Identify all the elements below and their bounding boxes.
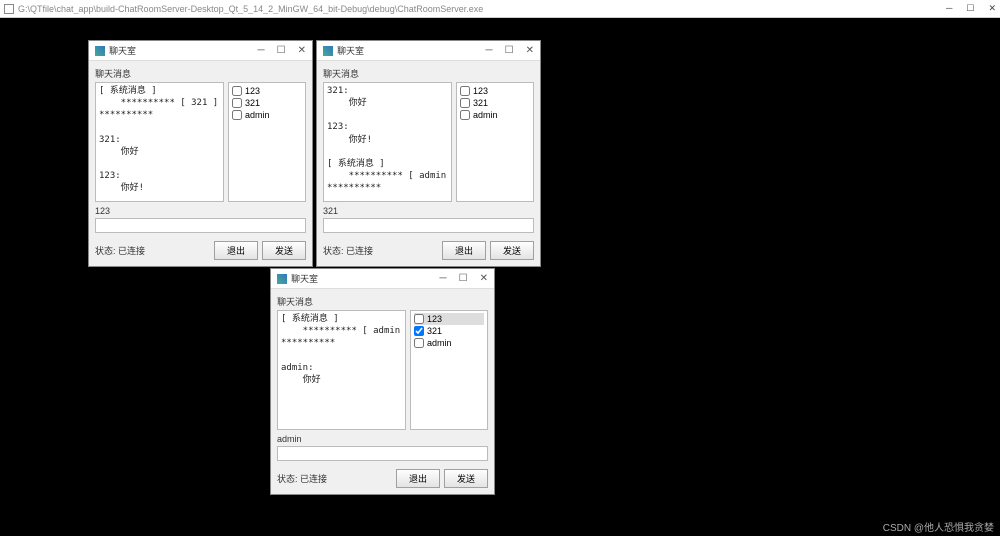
message-input[interactable] (95, 218, 306, 233)
user-checkbox[interactable] (460, 98, 470, 108)
maximize-icon[interactable]: ☐ (505, 45, 514, 56)
window-titlebar[interactable]: 聊天室 ─ ☐ ✕ (271, 269, 494, 289)
app-icon (4, 4, 14, 14)
connection-status: 状态: 已连接 (277, 472, 392, 485)
chat-window-123: 聊天室 ─ ☐ ✕ 聊天消息 [ 系统消息 ] ********** [ 321… (88, 40, 313, 267)
minimize-icon[interactable]: ─ (486, 45, 493, 56)
message-input[interactable] (277, 446, 488, 461)
window-title: 聊天室 (291, 272, 440, 285)
user-list: 123 321 admin (456, 82, 534, 202)
list-item[interactable]: 123 (232, 85, 302, 97)
list-item[interactable]: 321 (232, 97, 302, 109)
chat-window-321: 聊天室 ─ ☐ ✕ 聊天消息 321: 你好 123: 你好! [ 系统消息 ]… (316, 40, 541, 267)
message-input[interactable] (323, 218, 534, 233)
workspace: 聊天室 ─ ☐ ✕ 聊天消息 [ 系统消息 ] ********** [ 321… (0, 18, 1000, 536)
logout-button[interactable]: 退出 (396, 469, 440, 488)
current-user: admin (277, 434, 488, 444)
user-checkbox[interactable] (460, 86, 470, 96)
user-checkbox[interactable] (414, 314, 424, 324)
app-title: G:\QTfile\chat_app\build-ChatRoomServer-… (18, 4, 946, 14)
window-icon (277, 274, 287, 284)
user-checkbox[interactable] (232, 98, 242, 108)
send-button[interactable]: 发送 (490, 241, 534, 260)
list-item[interactable]: admin (232, 109, 302, 121)
send-button[interactable]: 发送 (444, 469, 488, 488)
minimize-icon[interactable]: ─ (258, 45, 265, 56)
close-icon[interactable]: ✕ (988, 3, 996, 14)
window-titlebar[interactable]: 聊天室 ─ ☐ ✕ (89, 41, 312, 61)
connection-status: 状态: 已连接 (323, 244, 438, 257)
maximize-icon[interactable]: ☐ (277, 45, 286, 56)
list-item[interactable]: admin (414, 337, 484, 349)
current-user: 321 (323, 206, 534, 216)
chat-window-admin: 聊天室 ─ ☐ ✕ 聊天消息 [ 系统消息 ] ********** [ adm… (270, 268, 495, 495)
user-checkbox[interactable] (414, 338, 424, 348)
close-icon[interactable]: ✕ (298, 45, 306, 56)
window-icon (323, 46, 333, 56)
user-checkbox[interactable] (414, 326, 424, 336)
watermark: CSDN @他人恐惧我贪婪 (883, 519, 994, 534)
maximize-icon[interactable]: ☐ (459, 273, 468, 284)
user-checkbox[interactable] (232, 110, 242, 120)
connection-status: 状态: 已连接 (95, 244, 210, 257)
message-log: 321: 你好 123: 你好! [ 系统消息 ] ********** [ a… (323, 82, 452, 202)
user-list: 123 321 admin (410, 310, 488, 430)
close-icon[interactable]: ✕ (480, 273, 488, 284)
user-checkbox[interactable] (460, 110, 470, 120)
minimize-icon[interactable]: ─ (440, 273, 447, 284)
messages-label: 聊天消息 (277, 295, 488, 308)
minimize-icon[interactable]: ─ (946, 3, 952, 14)
message-log: [ 系统消息 ] ********** [ admin ] 进入聊天室 ****… (277, 310, 406, 430)
app-titlebar: G:\QTfile\chat_app\build-ChatRoomServer-… (0, 0, 1000, 18)
logout-button[interactable]: 退出 (442, 241, 486, 260)
list-item[interactable]: 123 (460, 85, 530, 97)
logout-button[interactable]: 退出 (214, 241, 258, 260)
list-item[interactable]: 321 (460, 97, 530, 109)
window-icon (95, 46, 105, 56)
maximize-icon[interactable]: ☐ (966, 3, 974, 14)
user-list: 123 321 admin (228, 82, 306, 202)
send-button[interactable]: 发送 (262, 241, 306, 260)
list-item[interactable]: 321 (414, 325, 484, 337)
list-item[interactable]: admin (460, 109, 530, 121)
messages-label: 聊天消息 (323, 67, 534, 80)
message-log: [ 系统消息 ] ********** [ 321 ] 进入聊天室 ******… (95, 82, 224, 202)
user-checkbox[interactable] (232, 86, 242, 96)
current-user: 123 (95, 206, 306, 216)
list-item[interactable]: 123 (414, 313, 484, 325)
window-titlebar[interactable]: 聊天室 ─ ☐ ✕ (317, 41, 540, 61)
messages-label: 聊天消息 (95, 67, 306, 80)
window-title: 聊天室 (337, 44, 486, 57)
close-icon[interactable]: ✕ (526, 45, 534, 56)
window-title: 聊天室 (109, 44, 258, 57)
